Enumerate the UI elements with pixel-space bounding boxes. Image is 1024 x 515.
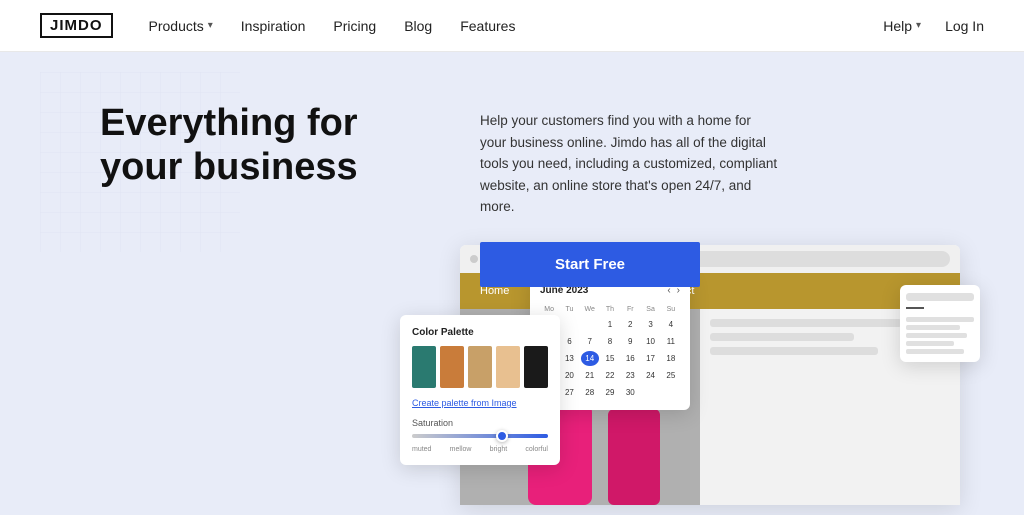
content-line-1 <box>710 319 902 327</box>
mobile-hamburger-icon <box>906 307 924 309</box>
hero-left: Everything for your business <box>100 102 420 189</box>
hero-content: Everything for your business Help your c… <box>100 102 780 287</box>
mobile-preview-card <box>900 285 980 362</box>
nav-features[interactable]: Features <box>460 18 515 34</box>
help-chevron-icon: ▾ <box>916 20 921 31</box>
swatch-2 <box>440 346 464 388</box>
color-palette-card: Color Palette Create palette from Image … <box>400 315 560 465</box>
login-link[interactable]: Log In <box>945 18 984 34</box>
nav-inspiration[interactable]: Inspiration <box>241 18 306 34</box>
products-chevron-icon: ▾ <box>208 20 213 31</box>
saturation-slider[interactable] <box>412 434 548 438</box>
content-line-3 <box>710 347 878 355</box>
slider-labels: muted mellow bright colorful <box>412 446 548 453</box>
nav-links: Products ▾ Inspiration Pricing Blog Feat… <box>149 18 516 34</box>
mobile-top-bar <box>906 293 974 301</box>
calendar-grid: Mo Tu We Th Fr Sa Su 1 2 3 4 5 6 7 8 <box>540 304 680 400</box>
color-swatches <box>412 346 548 388</box>
nav-blog[interactable]: Blog <box>404 18 432 34</box>
hero-heading: Everything for your business <box>100 102 420 189</box>
swatch-5 <box>524 346 548 388</box>
nav-products[interactable]: Products ▾ <box>149 18 213 34</box>
help-link[interactable]: Help ▾ <box>883 18 921 34</box>
calendar-today[interactable]: 14 <box>581 351 599 366</box>
color-palette-title: Color Palette <box>412 327 548 338</box>
create-palette-link[interactable]: Create palette from Image <box>412 398 548 408</box>
hero-description: Help your customers find you with a home… <box>480 110 780 218</box>
swatch-3 <box>468 346 492 388</box>
navbar-right: Help ▾ Log In <box>883 18 984 34</box>
saturation-label: Saturation <box>412 418 548 428</box>
nav-pricing[interactable]: Pricing <box>333 18 376 34</box>
content-line-2 <box>710 333 854 341</box>
hero-right: Help your customers find you with a home… <box>480 102 780 287</box>
hero-section: Everything for your business Help your c… <box>0 52 1024 515</box>
slider-thumb <box>496 430 508 442</box>
navbar-left: JIMDO Products ▾ Inspiration Pricing Blo… <box>40 13 515 38</box>
swatch-4 <box>496 346 520 388</box>
start-free-button[interactable]: Start Free <box>480 242 700 287</box>
mobile-content-lines <box>906 317 974 354</box>
logo[interactable]: JIMDO <box>40 13 113 38</box>
swatch-1 <box>412 346 436 388</box>
navbar: JIMDO Products ▾ Inspiration Pricing Blo… <box>0 0 1024 52</box>
